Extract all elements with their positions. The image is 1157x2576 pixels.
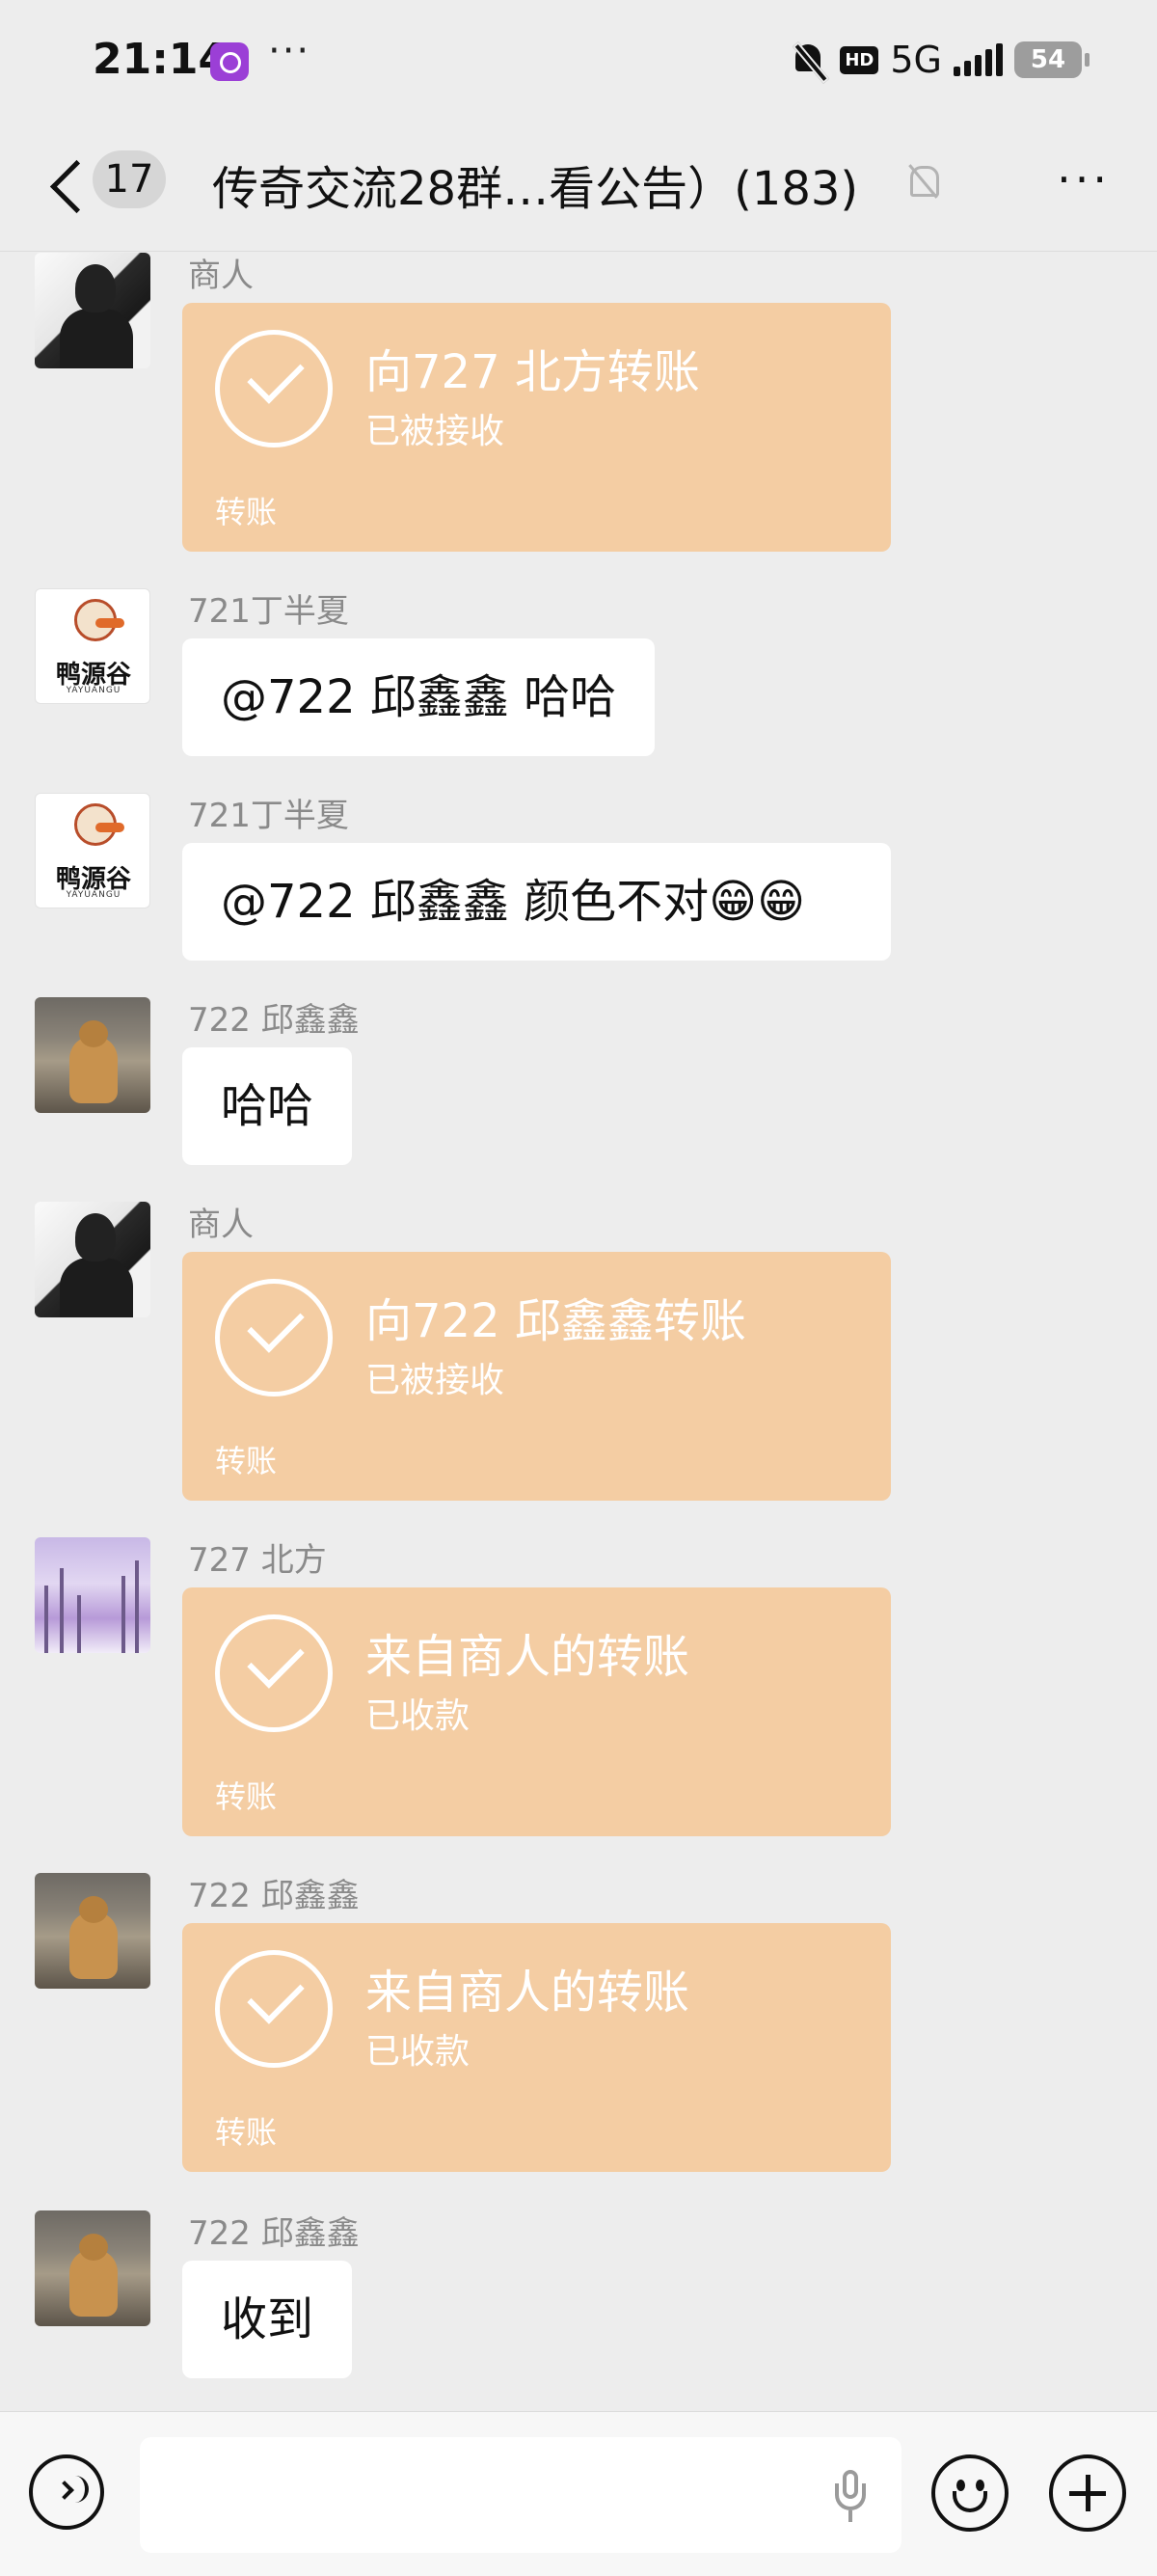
network-type: 5G (890, 39, 942, 81)
avatar[interactable]: 鸭源谷 YAYUANGU (35, 588, 150, 704)
more-actions-button[interactable] (1049, 2454, 1126, 2532)
sender-name: 722 邱鑫鑫 (188, 1001, 360, 1040)
sender-name: 商人 (188, 257, 254, 295)
chat-header: 17 传奇交流28群…看公告）(183) ··· (0, 125, 1157, 252)
transfer-bubble[interactable]: 来自商人的转账 已收款 转账 (182, 1923, 891, 2172)
avatar[interactable] (35, 1873, 150, 1989)
check-icon (215, 1614, 333, 1732)
battery-icon: 54 (1014, 41, 1090, 78)
transfer-status: 已被接收 (365, 412, 505, 451)
transfer-type-label: 转账 (215, 494, 278, 530)
check-icon (215, 330, 333, 447)
transfer-type-label: 转账 (215, 2114, 278, 2151)
transfer-title: 向727 北方转账 (365, 345, 700, 399)
sender-name: 727 北方 (188, 1541, 327, 1580)
text-bubble[interactable]: 收到 (182, 2261, 353, 2378)
sender-name: 721丁半夏 (188, 592, 349, 631)
transfer-title: 来自商人的转账 (365, 1630, 690, 1684)
status-indicators: HD 5G 54 (790, 39, 1090, 84)
sender-name: 722 邱鑫鑫 (188, 2214, 360, 2253)
text-bubble[interactable]: 哈哈 (182, 1047, 353, 1165)
transfer-bubble[interactable]: 向722 邱鑫鑫转账 已被接收 转账 (182, 1252, 891, 1501)
message-input[interactable] (140, 2437, 901, 2553)
status-bar: 21:14 ··· HD 5G 54 (0, 0, 1157, 125)
check-icon (215, 1950, 333, 2068)
sender-name: 商人 (188, 1206, 254, 1244)
text-bubble[interactable]: @722 邱鑫鑫 哈哈 (182, 638, 656, 756)
unread-count-badge[interactable]: 17 (93, 150, 166, 208)
transfer-type-label: 转账 (215, 1443, 278, 1479)
transfer-bubble[interactable]: 向727 北方转账 已被接收 转账 (182, 303, 891, 552)
emoji-button[interactable] (931, 2454, 1009, 2532)
input-bar (0, 2411, 1157, 2576)
status-time: 21:14 (93, 35, 229, 84)
sender-name: 721丁半夏 (188, 797, 349, 835)
microphone-icon[interactable] (831, 2470, 870, 2524)
signal-strength-icon (954, 43, 1003, 76)
hd-badge: HD (840, 45, 879, 74)
avatar[interactable]: 鸭源谷 YAYUANGU (35, 793, 150, 908)
transfer-status: 已被接收 (365, 1361, 505, 1400)
more-notifications-icon: ··· (268, 29, 311, 73)
transfer-type-label: 转账 (215, 1778, 278, 1815)
avatar[interactable] (35, 997, 150, 1113)
transfer-title: 来自商人的转账 (365, 1966, 690, 2020)
avatar-brand-sub: YAYUANGU (66, 890, 121, 900)
transfer-title: 向722 邱鑫鑫转账 (365, 1294, 746, 1348)
avatar-brand-sub: YAYUANGU (66, 686, 121, 695)
avatar[interactable] (35, 1202, 150, 1317)
avatar[interactable] (35, 2210, 150, 2326)
sender-name: 722 邱鑫鑫 (188, 1877, 360, 1915)
text-bubble[interactable]: @722 邱鑫鑫 颜色不对😁😁 (182, 843, 891, 961)
avatar[interactable] (35, 1537, 150, 1653)
more-options-button[interactable]: ··· (1057, 157, 1111, 202)
voice-mode-button[interactable] (29, 2454, 104, 2530)
back-button[interactable] (46, 156, 81, 214)
check-icon (215, 1279, 333, 1396)
transfer-bubble[interactable]: 来自商人的转账 已收款 转账 (182, 1587, 891, 1836)
avatar[interactable] (35, 253, 150, 368)
muted-bell-icon (904, 162, 943, 204)
transfer-status: 已收款 (365, 1696, 471, 1736)
mute-icon (790, 41, 830, 84)
chat-title[interactable]: 传奇交流28群…看公告）(183) (212, 150, 858, 218)
transfer-status: 已收款 (365, 2032, 471, 2072)
podcast-app-icon (210, 42, 249, 81)
